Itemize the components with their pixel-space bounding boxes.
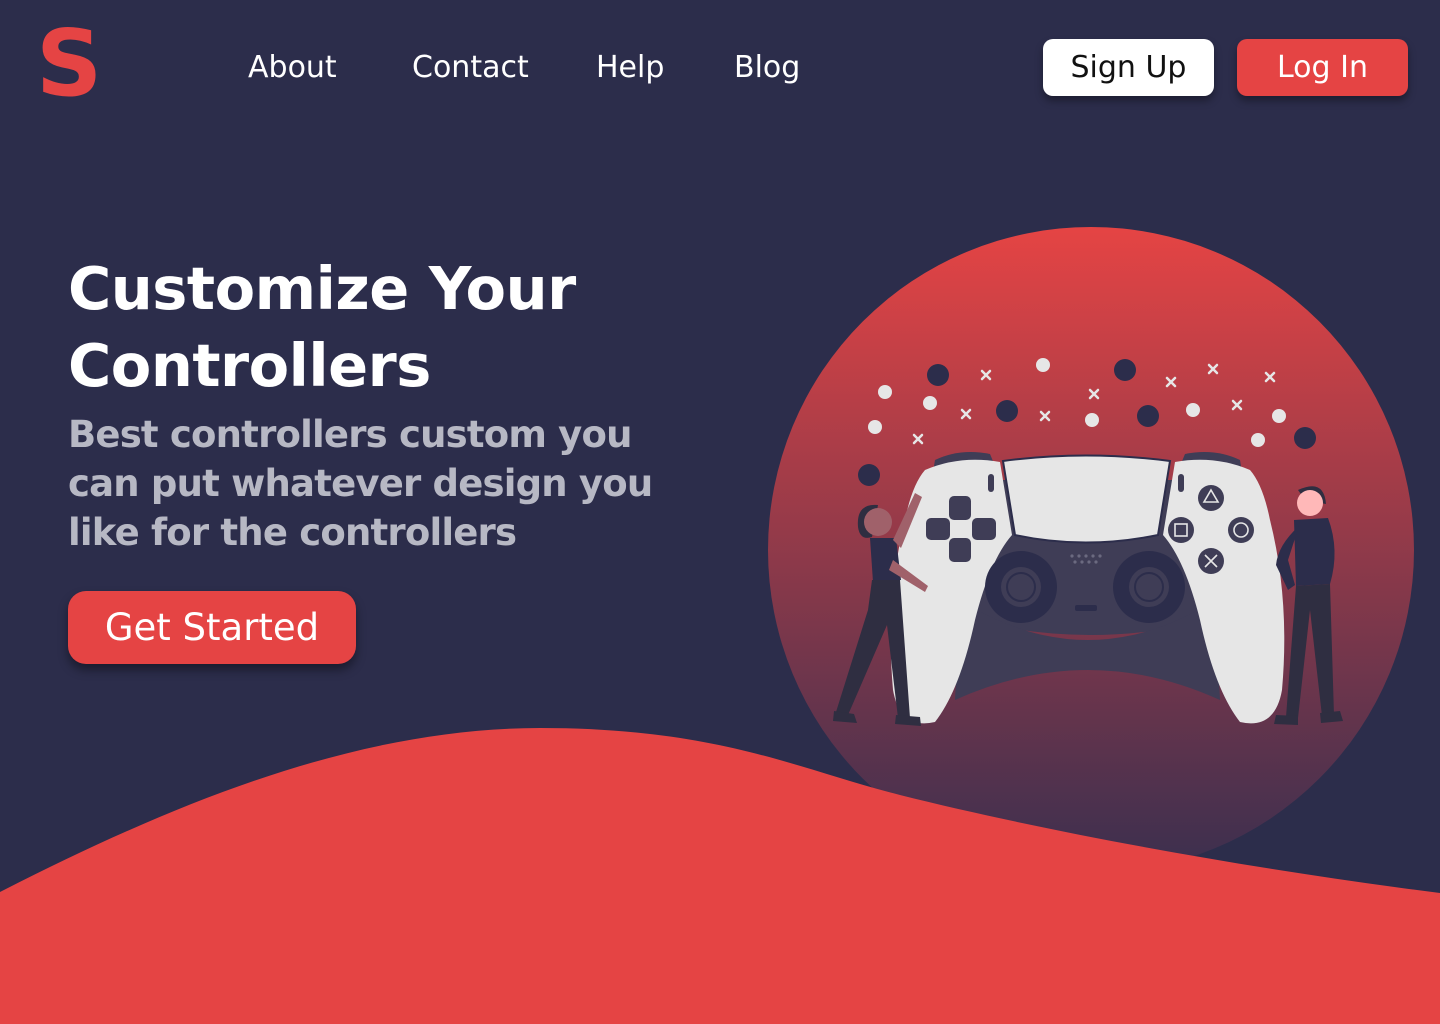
- get-started-button[interactable]: Get Started: [68, 591, 356, 664]
- hero-title-line-1: Customize Your: [68, 254, 576, 323]
- square-icon: [1168, 517, 1194, 543]
- hero-title-line-2: Controllers: [68, 331, 431, 400]
- circle-icon: [1228, 517, 1254, 543]
- hero-subtitle: Best controllers custom you can put what…: [68, 413, 653, 554]
- triangle-icon: [1198, 485, 1224, 511]
- hero-title: Customize Your Controllers: [68, 250, 576, 404]
- right-analog-stick: [1113, 551, 1185, 623]
- cross-icon: [1198, 548, 1224, 574]
- left-analog-stick: [985, 551, 1057, 623]
